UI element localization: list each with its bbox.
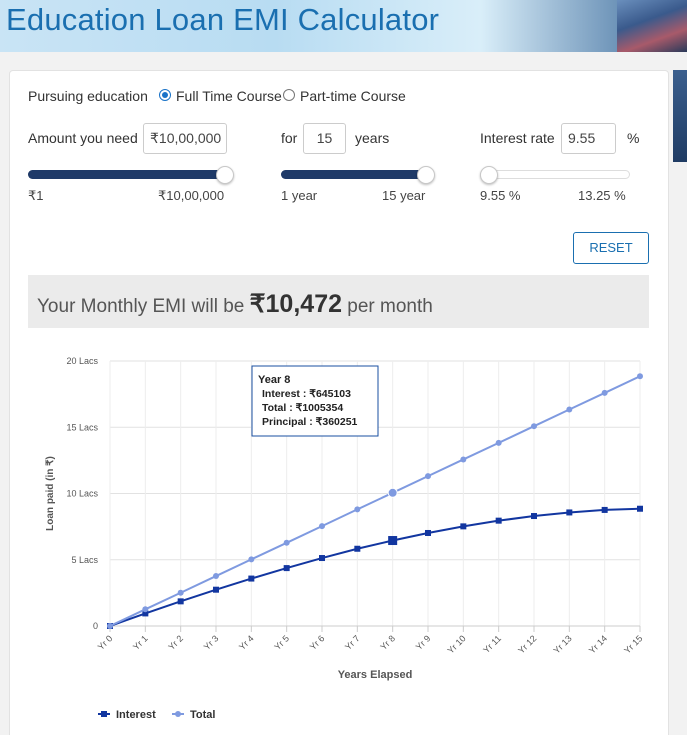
total-point <box>248 556 255 563</box>
tenure-max-label: 15 year <box>382 188 426 203</box>
x-tick-label: Yr 15 <box>622 633 644 655</box>
interest-slider-track[interactable] <box>480 170 630 179</box>
total-point <box>531 423 537 430</box>
interest-point <box>283 565 290 572</box>
course-label: Pursuing education <box>28 88 148 104</box>
tenure-years-label: years <box>355 130 390 146</box>
y-tick-label: 15 Lacs <box>66 422 98 432</box>
tooltip-line: Principal : ₹360251 <box>262 416 358 428</box>
x-tick-label: Yr 8 <box>378 633 397 652</box>
x-axis-title: Years Elapsed <box>338 669 413 681</box>
x-tick-label: Yr 9 <box>414 633 433 652</box>
interest-point <box>248 575 255 582</box>
interest-min-label: 9.55 % <box>480 188 521 203</box>
total-point <box>354 506 361 513</box>
total-point <box>460 456 467 463</box>
reset-button[interactable]: RESET <box>573 232 649 264</box>
tooltip-line: Interest : ₹645103 <box>262 388 351 400</box>
interest-point <box>637 505 643 512</box>
interest-point <box>495 517 502 524</box>
emi-chart: 0 5 Lacs 10 Lacs 15 Lacs 20 Lacs Yr 0 Yr 1 Yr 2… <box>45 356 644 721</box>
emi-result-panel: Your Monthly EMI will be ₹10,472 per mon… <box>28 275 649 328</box>
x-tick-label: Yr 6 <box>308 633 327 652</box>
amount-slider-fill <box>28 170 225 179</box>
y-axis-title: Loan paid (in ₹) <box>45 456 56 531</box>
page-title: Education Loan EMI Calculator <box>6 2 440 37</box>
emi-prefix: Your Monthly EMI will be <box>37 296 245 317</box>
emi-result-text: Your Monthly EMI will be ₹10,472 per mon… <box>37 289 433 319</box>
tooltip-line: Total : ₹1005354 <box>262 402 343 414</box>
legend-marker-total <box>175 711 181 717</box>
interest-point <box>177 598 184 605</box>
series-line-interest <box>109 507 641 627</box>
interest-point <box>460 523 467 530</box>
x-tick-label: Yr 2 <box>166 633 185 652</box>
x-tick-label: Yr 0 <box>96 633 115 652</box>
total-point <box>142 606 149 613</box>
x-tick-label: Yr 14 <box>587 633 609 655</box>
header-photo <box>617 0 687 52</box>
side-banner-image <box>673 70 687 162</box>
page-header: Education Loan EMI Calculator <box>0 0 687 52</box>
total-point <box>213 573 219 580</box>
interest-unit: % <box>627 130 640 146</box>
amount-label: Amount you need <box>28 130 138 146</box>
amount-max-label: ₹10,00,000 <box>158 188 225 203</box>
tenure-for-label: for <box>281 130 298 146</box>
interest-slider-handle[interactable] <box>480 166 498 184</box>
part-time-label[interactable]: Part-time Course <box>300 88 406 104</box>
total-point <box>637 373 643 380</box>
total-point <box>566 406 573 413</box>
total-point <box>425 473 431 480</box>
legend-label-interest: Interest <box>116 709 156 721</box>
tooltip-title: Year 8 <box>258 374 290 386</box>
x-tick-label: Yr 3 <box>202 633 221 652</box>
x-tick-label: Yr 12 <box>516 633 538 655</box>
total-point <box>319 523 325 530</box>
total-point <box>495 439 502 446</box>
interest-max-label: 13.25 % <box>578 188 626 203</box>
total-point <box>177 589 184 596</box>
interest-label: Interest rate <box>480 130 555 146</box>
x-tick-label: Yr 7 <box>343 633 362 652</box>
tenure-slider-handle[interactable] <box>417 166 435 184</box>
y-tick-label: 10 Lacs <box>66 489 98 499</box>
legend-marker-interest <box>101 711 107 717</box>
amount-min-label: ₹1 <box>28 188 44 203</box>
amount-slider-handle[interactable] <box>216 166 234 184</box>
interest-point <box>425 529 431 536</box>
x-tick-label: Yr 1 <box>131 633 150 652</box>
x-tick-label: Yr 4 <box>237 633 256 652</box>
interest-point <box>601 506 608 513</box>
total-point <box>107 623 113 629</box>
interest-point <box>531 513 537 520</box>
interest-point-highlight <box>388 536 398 546</box>
total-point-highlight <box>387 487 398 498</box>
x-tick-label: Yr 13 <box>551 633 573 655</box>
full-time-label[interactable]: Full Time Course <box>176 88 282 104</box>
legend-label-total: Total <box>190 709 215 721</box>
x-tick-label: Yr 11 <box>481 633 503 655</box>
emi-amount: ₹10,472 <box>249 290 342 318</box>
y-tick-label: 5 Lacs <box>71 555 98 565</box>
x-tick-label: Yr 5 <box>272 633 291 652</box>
full-time-radio[interactable] <box>159 89 171 101</box>
interest-point <box>354 545 361 552</box>
interest-point <box>566 509 573 516</box>
amount-input[interactable]: ₹10,00,000 <box>143 123 227 154</box>
total-point <box>601 389 608 396</box>
tenure-input[interactable]: 15 <box>303 123 346 154</box>
total-point <box>283 539 290 546</box>
part-time-radio[interactable] <box>283 89 295 101</box>
y-tick-label: 20 Lacs <box>66 356 98 366</box>
interest-input[interactable]: 9.55 <box>561 123 616 154</box>
y-tick-label: 0 <box>93 621 98 631</box>
interest-point <box>319 555 325 562</box>
tenure-min-label: 1 year <box>281 188 318 203</box>
emi-suffix: per month <box>347 296 433 317</box>
x-tick-label: Yr 10 <box>445 633 467 655</box>
interest-point <box>213 586 219 593</box>
tenure-slider-fill <box>281 170 426 179</box>
